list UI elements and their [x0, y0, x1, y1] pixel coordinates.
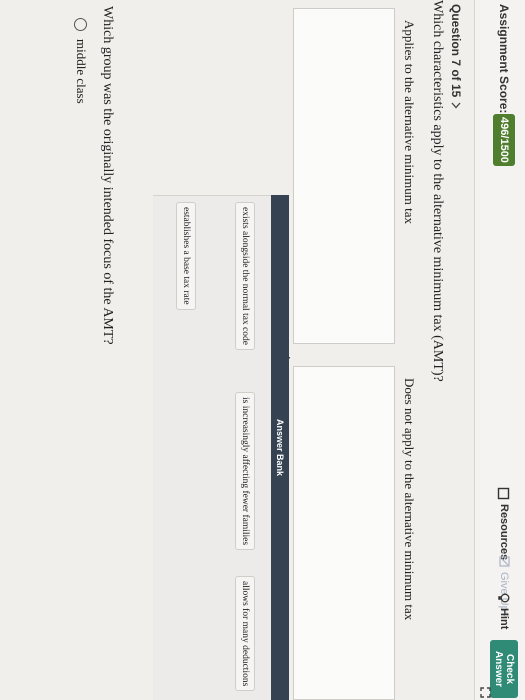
question-number: Question 7 of 15 [449, 4, 463, 109]
applies-drop-zone[interactable] [293, 8, 395, 344]
does-not-apply-heading: Does not apply to the alternative minimu… [402, 378, 417, 621]
expand-icon[interactable] [480, 687, 491, 698]
answer-chip[interactable]: establishes a base tax rate [176, 202, 196, 310]
resources-button[interactable]: Resources [493, 487, 515, 560]
answer-chip[interactable]: allows for many deductions [235, 576, 255, 692]
resources-label: Resources [498, 504, 510, 561]
hint-button[interactable]: Hint [493, 592, 515, 629]
resources-icon [498, 487, 510, 500]
assignment-score-label: Assignment Score: [497, 4, 511, 114]
hint-label: Hint [498, 608, 510, 630]
give-up-icon [499, 556, 510, 567]
assignment-page: Assignment Score: 496/1500 Resources Giv… [0, 0, 525, 700]
question-2-text: Which group was the originally intended … [100, 6, 115, 345]
does-not-apply-drop-zone[interactable] [293, 366, 395, 700]
score-badge: 496/1500 [493, 114, 515, 166]
radio-option[interactable]: middle class [73, 18, 89, 104]
radio-option-label: middle class [74, 39, 89, 104]
question-text: Which characteristics apply to the alter… [430, 0, 445, 382]
question-number-label: Question 7 of 15 [449, 4, 463, 98]
answer-bank-header: Answer Bank [271, 195, 289, 700]
radio-button[interactable] [74, 18, 88, 31]
check-answer-button[interactable]: Check Answer [490, 640, 518, 698]
answer-chip[interactable]: is increasingly affecting fewer families [235, 392, 255, 551]
lightbulb-icon [498, 593, 510, 603]
answer-chip[interactable]: exists alongside the normal tax code [235, 202, 255, 350]
answer-bank: exists alongside the normal tax code is … [153, 195, 271, 700]
chevron-right-icon[interactable] [451, 102, 461, 109]
applies-heading: Applies to the alternative minimum tax [402, 20, 417, 224]
top-toolbar: Assignment Score: 496/1500 Resources Giv… [474, 0, 525, 700]
